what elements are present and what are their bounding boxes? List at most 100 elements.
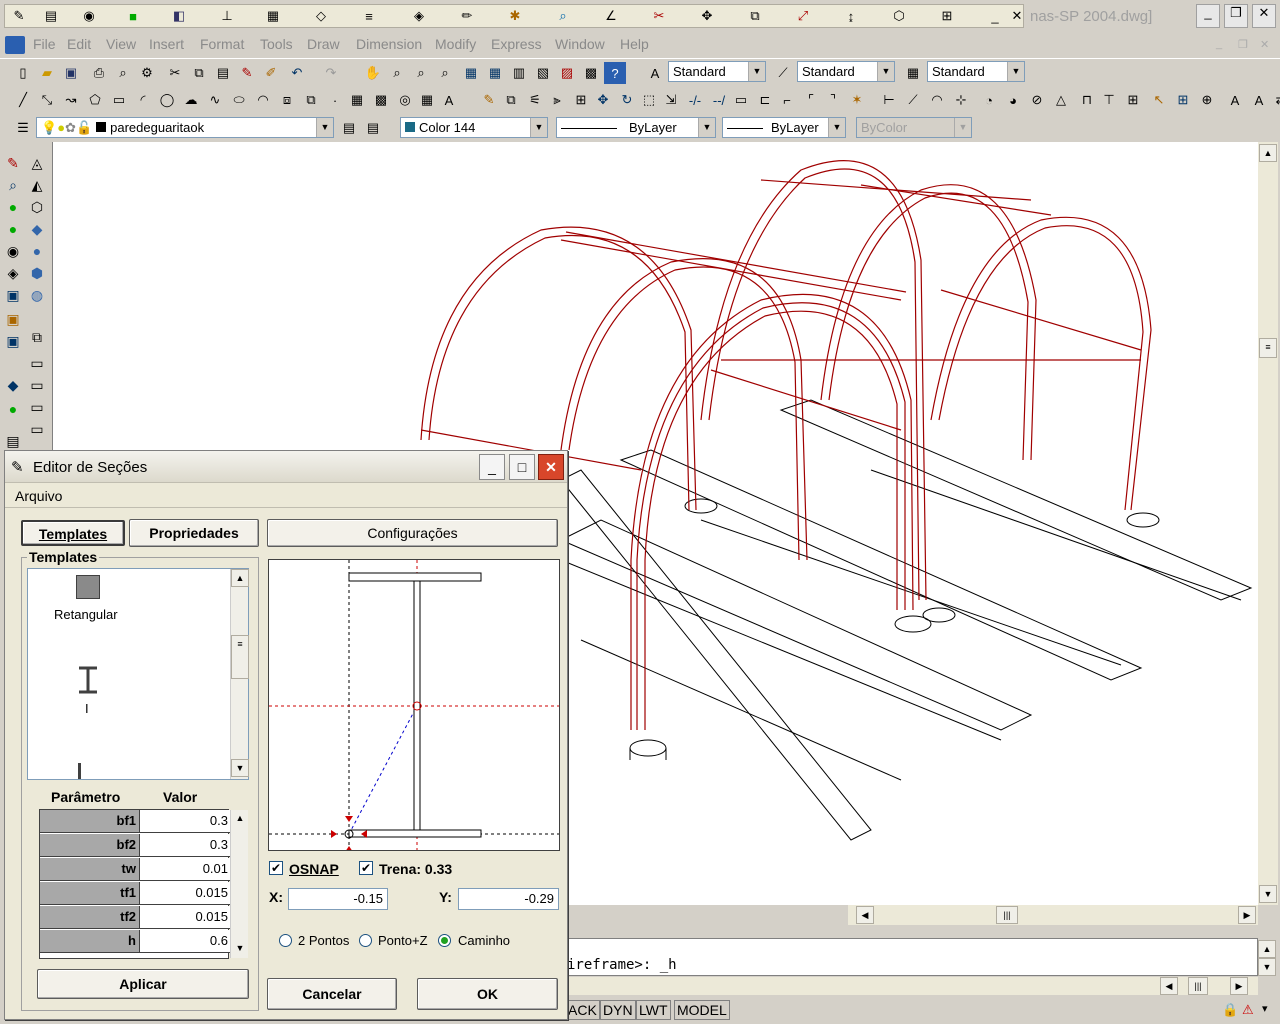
dim-angular-icon[interactable]: △ xyxy=(1050,89,1072,111)
radio-caminho-label[interactable]: Caminho xyxy=(458,933,510,948)
break-icon[interactable]: ▭ xyxy=(730,89,752,111)
polyline-icon[interactable]: ↝ xyxy=(60,89,82,111)
param-value[interactable]: 0.3 xyxy=(140,834,230,857)
search-icon[interactable]: ⌕ xyxy=(552,5,574,27)
layer-icon[interactable]: ▤ xyxy=(40,5,62,27)
trim-icon[interactable]: ✂ xyxy=(648,5,670,27)
line-icon[interactable]: ╱ xyxy=(12,89,34,111)
toolpalette-icon[interactable]: ▥ xyxy=(508,62,530,84)
ellipse-icon[interactable]: ⬭ xyxy=(228,89,250,111)
sheetset-icon[interactable]: ▧ xyxy=(532,62,554,84)
y-coordinate-field[interactable]: -0.29 xyxy=(458,888,559,910)
trena-checkbox[interactable]: ✔ xyxy=(359,861,373,875)
params-scroll-up-icon[interactable]: ▲ xyxy=(231,810,249,828)
menu-draw[interactable]: Draw xyxy=(307,36,340,52)
open-icon[interactable]: ▰ xyxy=(36,62,58,84)
cmd-hscroll[interactable]: ◀ ||| ▶ xyxy=(566,977,1258,995)
light-icon[interactable]: ● xyxy=(2,218,24,240)
menu-express[interactable]: Express xyxy=(491,36,542,52)
horizontal-scrollbar[interactable]: ◀ ||| ▶ xyxy=(566,905,1258,925)
explode-icon[interactable]: ✶ xyxy=(846,89,868,111)
dim-aligned-icon[interactable]: ⟋ xyxy=(902,89,924,111)
param-value[interactable]: 0.015 xyxy=(140,882,230,905)
cmd-scroll-up-icon[interactable]: ▲ xyxy=(1258,940,1276,958)
help-icon[interactable]: ? xyxy=(604,62,626,84)
dimedit-icon[interactable]: A xyxy=(1224,89,1246,111)
pan-icon[interactable]: ✋ xyxy=(362,62,384,84)
tree-icon[interactable]: ● xyxy=(2,398,24,420)
templates-scrollbar[interactable]: ▲ ≡ ▼ xyxy=(230,569,249,779)
zoom-realtime-icon[interactable]: ⌕ xyxy=(386,62,408,84)
arc-icon[interactable]: ◜ xyxy=(132,89,154,111)
box-solid-icon[interactable]: ◆ xyxy=(26,218,48,240)
green-square-icon[interactable]: ■ xyxy=(122,5,144,27)
scene-icon[interactable]: ▣ xyxy=(2,308,24,330)
dimtedit-icon[interactable]: A xyxy=(1248,89,1270,111)
radio-pontoz[interactable] xyxy=(359,934,372,947)
status-model[interactable]: MODEL xyxy=(674,1000,730,1020)
copy-object-icon[interactable]: ⧉ xyxy=(500,89,522,111)
circle-icon[interactable]: ◯ xyxy=(156,89,178,111)
dimupdate-icon[interactable]: ⇄ xyxy=(1270,89,1280,111)
dim-diameter-icon[interactable]: ⊘ xyxy=(1026,89,1048,111)
layer-manager-icon[interactable]: ☰ xyxy=(12,117,34,139)
cancelar-button[interactable]: Cancelar xyxy=(267,978,397,1010)
preview-icon[interactable]: ⌕ xyxy=(112,62,134,84)
lock-icon[interactable]: 🔒 xyxy=(1222,1002,1238,1018)
copy-icon[interactable]: ⧉ xyxy=(744,5,766,27)
qleader-icon[interactable]: ↖ xyxy=(1148,89,1170,111)
status-lwt[interactable]: LWT xyxy=(636,1000,671,1020)
cut-icon[interactable]: ✂ xyxy=(164,62,186,84)
menu-view[interactable]: View xyxy=(106,36,136,52)
menu-file[interactable]: File xyxy=(33,36,56,52)
region-icon[interactable]: ◎ xyxy=(394,89,416,111)
i-beam-template-icon[interactable] xyxy=(76,665,100,695)
matchprop-icon[interactable]: ✎ xyxy=(236,62,258,84)
ellipse-arc-icon[interactable]: ◠ xyxy=(252,89,274,111)
layer-select[interactable]: 💡●✿🔓 paredeguaritaok ▼ xyxy=(36,117,334,138)
menu-modify[interactable]: Modify xyxy=(435,36,476,52)
hscroll-thumb[interactable]: ||| xyxy=(996,906,1018,924)
landscape-icon[interactable]: ▣ xyxy=(2,330,24,352)
cmd-scroll-right-icon[interactable]: ▶ xyxy=(1230,977,1248,995)
param-value[interactable]: 0.015 xyxy=(140,906,230,929)
templates-scroll-thumb[interactable]: ≡ xyxy=(231,635,249,679)
view-icon[interactable]: ▦ xyxy=(262,5,284,27)
film-icon[interactable]: ▤ xyxy=(2,430,24,452)
redo-arrow-icon[interactable]: ↷ xyxy=(320,62,342,84)
extrude-icon[interactable]: ⧉ xyxy=(26,326,48,348)
point-icon[interactable]: · xyxy=(324,89,346,111)
color-select[interactable]: Color 144 ▼ xyxy=(400,117,548,138)
param-value[interactable]: 0.01 xyxy=(140,858,230,881)
templates-list[interactable]: Retangular I ▲ ≡ ▼ xyxy=(27,568,249,780)
params-scrollbar[interactable]: ▲ ▼ xyxy=(230,810,248,958)
configuracoes-button[interactable]: Configurações xyxy=(267,519,558,547)
new-icon[interactable]: ▯ xyxy=(12,62,34,84)
close-toolbar-icon[interactable]: ✕ xyxy=(1006,5,1028,27)
scroll-up-icon[interactable]: ▲ xyxy=(1259,144,1277,162)
box-vertical-icon[interactable]: ⬡ xyxy=(26,196,48,218)
dialog-minimize-button[interactable]: _ xyxy=(479,454,505,480)
scroll-down-icon[interactable]: ▼ xyxy=(1259,885,1277,903)
polysolid-icon[interactable]: ◬ xyxy=(26,152,48,174)
param-value[interactable]: 0.3 xyxy=(140,810,230,833)
extend-icon[interactable]: --/ xyxy=(708,89,730,111)
scroll-thumb[interactable]: ≡ xyxy=(1259,338,1277,358)
next-template-icon[interactable] xyxy=(78,763,81,779)
fly-icon[interactable]: ▣ xyxy=(2,284,24,306)
text-style-select[interactable]: Standard ▼ xyxy=(668,61,766,82)
cmd-scroll-thumb[interactable]: ||| xyxy=(1188,977,1208,995)
status-ack[interactable]: ACK xyxy=(566,1000,600,1020)
pen-icon[interactable]: ✏ xyxy=(456,5,478,27)
menu-help[interactable]: Help xyxy=(620,36,649,52)
app-close-button[interactable]: ✕ xyxy=(1252,4,1276,28)
layer-previous-icon[interactable]: ▤ xyxy=(362,117,384,139)
undo-arrow-icon[interactable]: ↶ xyxy=(286,62,308,84)
linetype-select[interactable]: ByLayer ▼ xyxy=(556,117,716,138)
tab-templates[interactable]: Templates xyxy=(21,520,125,546)
array-object-icon[interactable]: ⊞ xyxy=(570,89,592,111)
cylinder-icon[interactable]: ⬢ xyxy=(26,262,48,284)
polygon-icon[interactable]: ⬠ xyxy=(84,89,106,111)
menu-tools[interactable]: Tools xyxy=(260,36,293,52)
orbit-icon[interactable]: ◇ xyxy=(310,5,332,27)
